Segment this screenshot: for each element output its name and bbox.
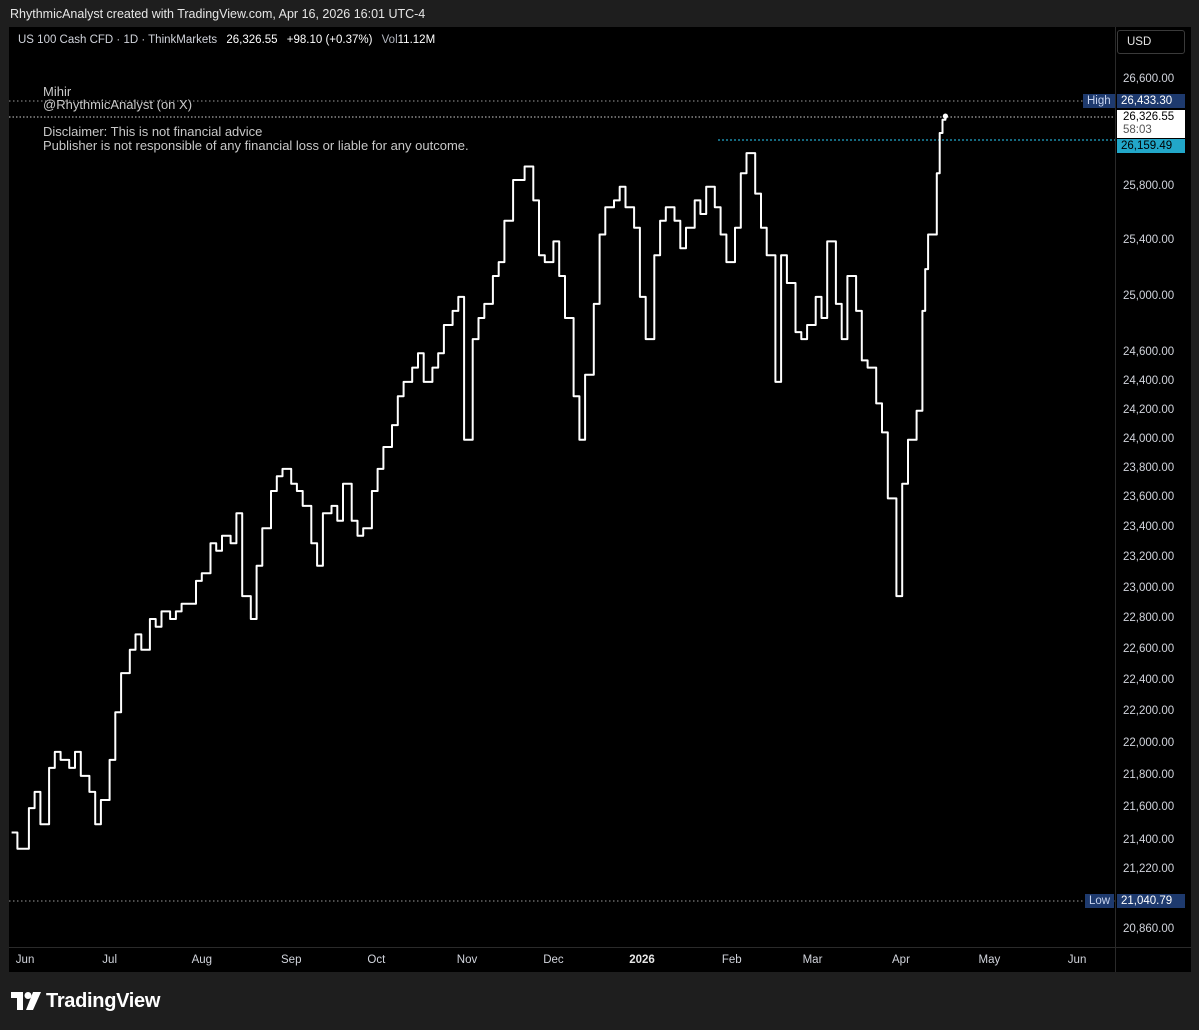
price-axis-divider xyxy=(1115,27,1116,972)
price-axis-tick: 22,400.00 xyxy=(1123,673,1175,686)
price-chart[interactable] xyxy=(0,0,1199,1030)
symbol-name[interactable]: US 100 Cash CFD · 1D · ThinkMarkets xyxy=(18,34,217,46)
time-axis-tick: Apr xyxy=(892,954,910,966)
disclaimer-line-1: Disclaimer: This is not financial advice xyxy=(43,124,263,139)
price-axis-tick: 23,400.00 xyxy=(1123,521,1175,534)
high-label-tag: High xyxy=(1083,94,1115,108)
price-axis-tick: 22,200.00 xyxy=(1123,705,1175,718)
price-axis-tick: 24,400.00 xyxy=(1123,374,1175,387)
price-axis-tick: 23,600.00 xyxy=(1123,491,1175,504)
time-axis-tick: Aug xyxy=(191,954,213,966)
last-price: 26,326.55 xyxy=(226,34,278,46)
last-price-dot xyxy=(942,113,949,119)
time-axis-tick: Feb xyxy=(721,954,742,966)
price-axis-tick: 22,800.00 xyxy=(1123,612,1175,624)
currency-button[interactable]: USD xyxy=(1117,30,1185,54)
time-axis-tick: Mar xyxy=(802,954,823,966)
time-axis-tick: May xyxy=(978,954,1001,966)
price-series-line xyxy=(11,116,947,850)
tradingview-logo[interactable]: TradingView xyxy=(11,990,160,1013)
low-label-tag: Low xyxy=(1085,894,1115,908)
price-axis-tick: 24,000.00 xyxy=(1123,432,1175,445)
price-axis-tick: 22,000.00 xyxy=(1123,736,1175,749)
symbol-legend: US 100 Cash CFD · 1D · ThinkMarkets 26,3… xyxy=(18,34,435,46)
bar-countdown: 58:03 xyxy=(1123,124,1152,136)
author-handle: @RhythmicAnalyst (on X) xyxy=(43,97,193,112)
time-axis-tick: Jun xyxy=(1067,954,1087,966)
price-axis-tick: 25,400.00 xyxy=(1123,234,1175,247)
price-axis-tick: 24,600.00 xyxy=(1123,346,1175,359)
price-axis-tick: 20,860.00 xyxy=(1123,923,1175,935)
price-axis-tick: 22,600.00 xyxy=(1123,642,1175,655)
high-value-tag: 26,433.30 xyxy=(1117,94,1185,108)
volume-value: 11.12M xyxy=(397,34,436,46)
current-price-value: 26,326.55 xyxy=(1123,111,1175,123)
time-axis-tick: Jun xyxy=(15,954,35,966)
price-axis-tick: 21,600.00 xyxy=(1123,801,1175,814)
cyan-level-tag: 26,159.49 xyxy=(1117,139,1185,153)
price-axis-tick: 24,200.00 xyxy=(1123,403,1175,416)
price-axis-tick: 25,000.00 xyxy=(1123,289,1175,302)
tradingview-logo-icon xyxy=(11,992,41,1010)
disclaimer-line-2: Publisher is not responsible of any fina… xyxy=(43,138,469,153)
price-axis-tick: 26,600.00 xyxy=(1123,73,1175,85)
time-axis-tick: 2026 xyxy=(629,954,655,966)
price-axis-tick: 23,000.00 xyxy=(1123,581,1175,594)
low-value-tag: 21,040.79 xyxy=(1117,894,1185,908)
price-axis-tick: 23,800.00 xyxy=(1123,461,1175,474)
time-axis-tick: Jul xyxy=(102,954,117,966)
price-axis-tick: 21,220.00 xyxy=(1123,863,1175,876)
time-axis-tick: Sep xyxy=(281,954,302,966)
time-axis-tick: Nov xyxy=(456,954,478,966)
price-axis-tick: 25,800.00 xyxy=(1123,179,1175,192)
time-axis-tick: Dec xyxy=(543,954,564,966)
price-axis-tick: 23,200.00 xyxy=(1123,551,1175,564)
current-price-tag: 26,326.55 58:03 xyxy=(1117,110,1185,138)
price-change: +98.10 (+0.37%) xyxy=(286,34,373,46)
price-axis-tick: 21,800.00 xyxy=(1123,768,1175,781)
price-axis-tick: 21,400.00 xyxy=(1123,833,1175,846)
time-axis-divider xyxy=(9,947,1191,948)
volume-label: Vol xyxy=(381,34,398,46)
brand-name: TradingView xyxy=(46,990,161,1012)
time-axis-tick: Oct xyxy=(367,954,386,966)
